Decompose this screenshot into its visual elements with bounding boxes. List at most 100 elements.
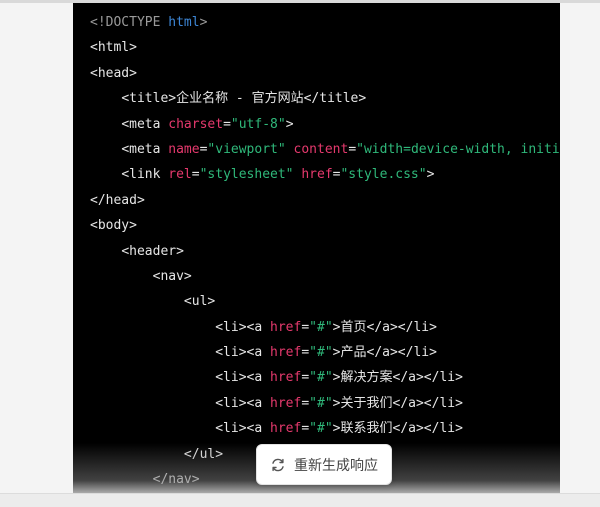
code-token: 产品 <box>340 345 367 361</box>
code-token: "stylesheet" <box>199 167 294 183</box>
code-token: "viewport" <box>207 141 286 157</box>
code-token: "width=device-width, initial-s <box>356 141 560 157</box>
code-content: <!DOCTYPE html> <html> <head> <title>企业名称 … <box>90 10 560 492</box>
code-line: <html> <box>90 35 560 60</box>
code-token: <meta <box>121 116 169 132</box>
code-token: "#" <box>309 395 333 411</box>
code-token: = <box>191 167 200 183</box>
code-token: href <box>270 319 302 335</box>
code-token: = <box>301 370 310 386</box>
code-line: </head> <box>90 188 560 213</box>
bottom-strip <box>0 493 600 507</box>
code-token: 关于我们 <box>340 395 393 411</box>
code-token: > <box>426 167 435 183</box>
code-line: <body> <box>90 213 560 238</box>
code-token: = <box>301 421 310 437</box>
code-token: href <box>270 421 302 437</box>
code-line: <title>企业名称 - 官方网站</title> <box>90 86 560 111</box>
code-token: 企业名称 - 官方网站 <box>176 91 304 107</box>
code-line: <header> <box>90 239 560 264</box>
code-token: "#" <box>309 319 333 335</box>
code-token: href <box>270 395 302 411</box>
code-line: <li><a href="#">解决方案</a></li> <box>90 365 560 390</box>
code-token: "#" <box>309 345 333 361</box>
regenerate-response-label: 重新生成响应 <box>294 457 378 474</box>
code-token: href <box>270 345 302 361</box>
code-token: html <box>168 15 200 30</box>
code-token: href <box>270 370 302 386</box>
refresh-icon <box>270 457 286 473</box>
code-line: <li><a href="#">联系我们</a></li> <box>90 416 560 441</box>
code-token: = <box>301 319 310 335</box>
code-token: <title> <box>121 91 177 107</box>
code-line: <ul> <box>90 289 560 314</box>
code-token: <li><a <box>215 345 271 361</box>
code-line: <meta name="viewport" content="width=dev… <box>90 137 560 162</box>
code-token: content <box>293 141 349 157</box>
code-line: <meta charset="utf-8"> <box>90 112 560 137</box>
code-token: charset <box>168 116 224 132</box>
code-token: <link <box>121 167 169 183</box>
code-token: </a></li> <box>366 345 437 361</box>
code-token: <nav> <box>152 268 192 284</box>
code-token: "utf-8" <box>230 116 286 132</box>
code-token: <html> <box>90 40 137 56</box>
code-line: <!DOCTYPE html> <box>90 10 560 35</box>
code-token: 首页 <box>340 319 367 335</box>
code-token: </a></li> <box>366 319 437 335</box>
code-token: <ul> <box>183 294 216 310</box>
code-token: = <box>301 395 310 411</box>
code-line: <nav> <box>90 264 560 289</box>
code-token: <head> <box>90 65 137 81</box>
code-token: </ul> <box>183 446 224 462</box>
code-token: <li><a <box>215 370 271 386</box>
code-token: = <box>301 345 310 361</box>
code-token: <meta <box>121 141 169 157</box>
code-token: 解决方案 <box>340 370 393 386</box>
code-token: </a></li> <box>392 395 463 411</box>
code-token: <header> <box>121 243 184 259</box>
code-token: <li><a <box>215 395 271 411</box>
code-token: <body> <box>90 218 137 234</box>
regenerate-response-button[interactable]: 重新生成响应 <box>256 444 392 485</box>
code-line: <li><a href="#">关于我们</a></li> <box>90 391 560 416</box>
code-line: <li><a href="#">产品</a></li> <box>90 340 560 365</box>
code-token: </a></li> <box>392 421 463 437</box>
chat-page: <!DOCTYPE html> <html> <head> <title>企业名称 … <box>0 0 600 507</box>
code-token: <!DOCTYPE <box>90 15 169 30</box>
code-token: <li><a <box>215 319 271 335</box>
code-token: = <box>348 141 357 157</box>
code-token: name <box>168 141 200 157</box>
code-line: <link rel="stylesheet" href="style.css"> <box>90 162 560 187</box>
code-token: "#" <box>309 421 333 437</box>
code-block: <!DOCTYPE html> <html> <head> <title>企业名称 … <box>73 3 560 493</box>
code-token: </a></li> <box>392 370 463 386</box>
code-token: <li><a <box>215 421 271 437</box>
code-token: href <box>301 167 333 183</box>
code-token: = <box>223 116 231 132</box>
code-token: > <box>199 15 208 30</box>
code-token: > <box>285 116 294 132</box>
code-token: 联系我们 <box>340 421 393 437</box>
code-token: "style.css" <box>340 167 427 183</box>
code-token: </title> <box>303 91 367 107</box>
code-line: <li><a href="#">首页</a></li> <box>90 315 560 340</box>
code-line: <head> <box>90 61 560 86</box>
code-token: </nav> <box>152 472 200 488</box>
code-token: rel <box>168 167 192 183</box>
